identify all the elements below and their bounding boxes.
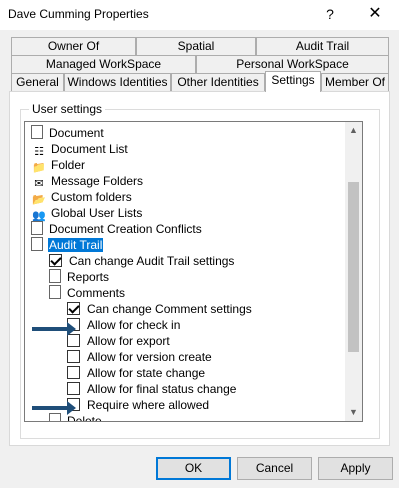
close-icon[interactable]: ✕	[364, 4, 386, 24]
tree-checkbox-item[interactable]: Can change Comment settings	[67, 301, 253, 317]
tree-checkbox-item[interactable]: Allow for check in	[67, 317, 181, 333]
scroll-down-icon[interactable]: ▼	[345, 404, 362, 421]
scroll-up-icon[interactable]: ▲	[345, 122, 362, 139]
tab-owner-of[interactable]: Owner Of	[11, 37, 136, 55]
tree-item-label: Can change Audit Trail settings	[69, 254, 235, 268]
tree-item-label: Allow for state change	[87, 366, 206, 380]
arrow-annotation	[32, 322, 76, 336]
tree-item-label: Document Creation Conflicts	[49, 222, 202, 236]
tree-item[interactable]: 👥 Global User Lists	[31, 205, 143, 222]
tree-item-label: Custom folders	[51, 190, 132, 204]
apply-button[interactable]: Apply	[318, 457, 393, 480]
tree-checkbox-item[interactable]: Can change Audit Trail settings	[49, 253, 235, 269]
tree-item[interactable]: Comments	[46, 285, 126, 302]
tree-item-label: Require where allowed	[87, 398, 210, 412]
tree-item-label: Message Folders	[51, 174, 144, 188]
tree-item[interactable]: 📂 Custom folders	[31, 189, 133, 206]
settings-tree[interactable]: ▲ ▼ Document ☷ Document List 📁 Folder ✉ Messag…	[24, 121, 363, 422]
arrow-annotation	[32, 401, 76, 415]
checkbox-unchecked[interactable]	[67, 366, 80, 379]
tree-item[interactable]: Reports	[46, 269, 110, 286]
tree-item-label: Allow for final status change	[87, 382, 237, 396]
checkbox-unchecked[interactable]	[67, 350, 80, 363]
tree-item-label: Allow for check in	[87, 318, 181, 332]
ok-button[interactable]: OK	[156, 457, 231, 480]
tab-general[interactable]: General	[11, 73, 64, 91]
tab-audit-trail[interactable]: Audit Trail	[256, 37, 389, 55]
tab-member-of[interactable]: Member Of	[321, 73, 389, 91]
group-label: User settings	[29, 102, 106, 116]
tree-item[interactable]: Audit Trail	[28, 237, 104, 254]
tree-item-label: Allow for export	[87, 334, 170, 348]
document-icon	[46, 413, 61, 421]
help-icon[interactable]: ?	[320, 4, 340, 24]
tree-item[interactable]: ✉ Message Folders	[31, 173, 144, 190]
tree-item[interactable]: Document	[31, 125, 105, 141]
tab-spatial[interactable]: Spatial	[136, 37, 256, 55]
document-icon	[31, 221, 43, 235]
document-icon	[46, 269, 61, 286]
tree-checkbox-item[interactable]: Require where allowed	[67, 397, 210, 413]
tree-item[interactable]: ☷ Document List	[31, 141, 129, 158]
tree-item-label: Folder	[51, 158, 86, 172]
settings-panel: User settings ▲ ▼ Document ☷ Document List…	[9, 91, 390, 446]
tree-item-label: Document	[49, 126, 104, 140]
tab-other-identities[interactable]: Other Identities	[171, 73, 265, 91]
tree-item-label: Comments	[67, 286, 126, 300]
tree-item[interactable]: Document Creation Conflicts	[31, 221, 203, 237]
checkbox-unchecked[interactable]	[67, 382, 80, 395]
tree-checkbox-item[interactable]: Allow for export	[67, 333, 171, 349]
window-title: Dave Cumming Properties	[8, 7, 149, 21]
tree-item-label: Reports	[67, 270, 110, 284]
tree-checkbox-item[interactable]: Allow for final status change	[67, 381, 237, 397]
tree-item-label: Document List	[51, 142, 128, 156]
tab-managed-workspace[interactable]: Managed WorkSpace	[11, 55, 196, 73]
tree-item-label: Can change Comment settings	[87, 302, 252, 316]
cancel-button[interactable]: Cancel	[237, 457, 312, 480]
document-icon	[31, 125, 43, 139]
tree-item[interactable]: 📁 Folder	[31, 157, 86, 174]
vertical-scrollbar[interactable]: ▲ ▼	[345, 122, 362, 421]
document-icon	[28, 237, 43, 254]
tree-item-label: Audit Trail	[48, 238, 104, 252]
tree-item-label: Global User Lists	[51, 206, 143, 220]
tree-checkbox-item[interactable]: Allow for state change	[67, 365, 206, 381]
tab-windows-identities[interactable]: Windows Identities	[64, 73, 171, 91]
scroll-thumb[interactable]	[348, 182, 359, 352]
tree-item-label: Allow for version create	[87, 350, 212, 364]
checkbox-checked[interactable]	[67, 302, 80, 315]
tree-checkbox-item[interactable]: Allow for version create	[67, 349, 213, 365]
checkbox-checked[interactable]	[49, 254, 62, 267]
document-icon	[46, 285, 61, 302]
title-bar: Dave Cumming Properties ? ✕	[0, 0, 399, 30]
tree-item-label: Delete	[67, 414, 102, 422]
tab-settings[interactable]: Settings	[265, 71, 321, 92]
